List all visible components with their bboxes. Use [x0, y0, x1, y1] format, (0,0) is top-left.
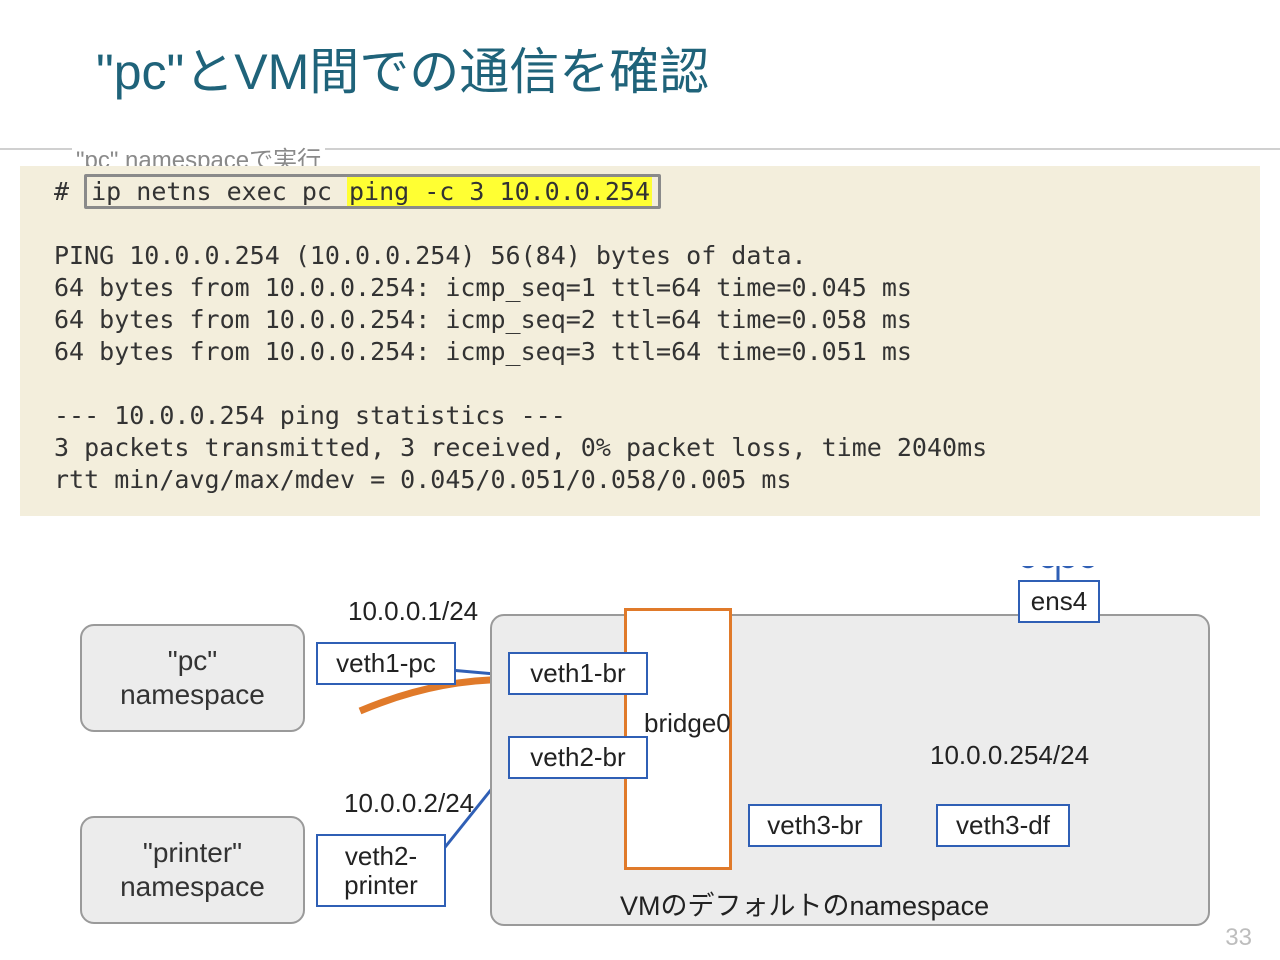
veth1-br-box: veth1-br — [508, 652, 648, 695]
terminal-output: # ip netns exec pc ping -c 3 10.0.0.254 … — [20, 166, 1260, 516]
veth2-printer-l1: veth2- — [345, 841, 417, 871]
terminal-line: 64 bytes from 10.0.0.254: icmp_seq=3 ttl… — [54, 337, 912, 366]
veth3-df-box: veth3-df — [936, 804, 1070, 847]
printer-ns-label-1: "printer" — [143, 837, 242, 868]
network-diagram: "pc" namespace "printer" namespace VMのデフ… — [60, 566, 1220, 946]
terminal-line: 3 packets transmitted, 3 received, 0% pa… — [54, 433, 987, 462]
slide-title: "pc"とVM間での通信を確認 — [96, 32, 709, 104]
ip-veth2-printer: 10.0.0.2/24 — [344, 788, 474, 819]
page-number: 33 — [1225, 924, 1252, 952]
veth2-printer-l2: printer — [344, 870, 418, 900]
cmd-highlight: ping -c 3 10.0.0.254 — [347, 177, 652, 206]
veth2-printer-box: veth2- printer — [316, 834, 446, 907]
printer-ns-label-2: namespace — [120, 871, 265, 902]
terminal-line: --- 10.0.0.254 ping statistics --- — [54, 401, 566, 430]
terminal-line: 64 bytes from 10.0.0.254: icmp_seq=2 ttl… — [54, 305, 912, 334]
veth1-pc-box: veth1-pc — [316, 642, 456, 685]
terminal-line: rtt min/avg/max/mdev = 0.045/0.051/0.058… — [54, 465, 792, 494]
ens4-box: ens4 — [1018, 580, 1100, 623]
pc-ns-label-1: "pc" — [168, 645, 217, 676]
vm-ns-label: VMのデフォルトのnamespace — [620, 884, 989, 923]
veth2-br-box: veth2-br — [508, 736, 648, 779]
cmd-prefix: ip netns exec pc — [91, 177, 332, 206]
veth3-br-box: veth3-br — [748, 804, 882, 847]
bridge0-label: bridge0 — [644, 708, 731, 739]
terminal-line: 64 bytes from 10.0.0.254: icmp_seq=1 ttl… — [54, 273, 912, 302]
prompt: # — [54, 177, 84, 206]
pc-namespace-box: "pc" namespace — [80, 624, 305, 732]
pc-ns-label-2: namespace — [120, 679, 265, 710]
terminal-line: PING 10.0.0.254 (10.0.0.254) 56(84) byte… — [54, 241, 807, 270]
ip-veth1-pc: 10.0.0.1/24 — [348, 596, 478, 627]
printer-namespace-box: "printer" namespace — [80, 816, 305, 924]
ip-veth3-df: 10.0.0.254/24 — [930, 740, 1089, 771]
